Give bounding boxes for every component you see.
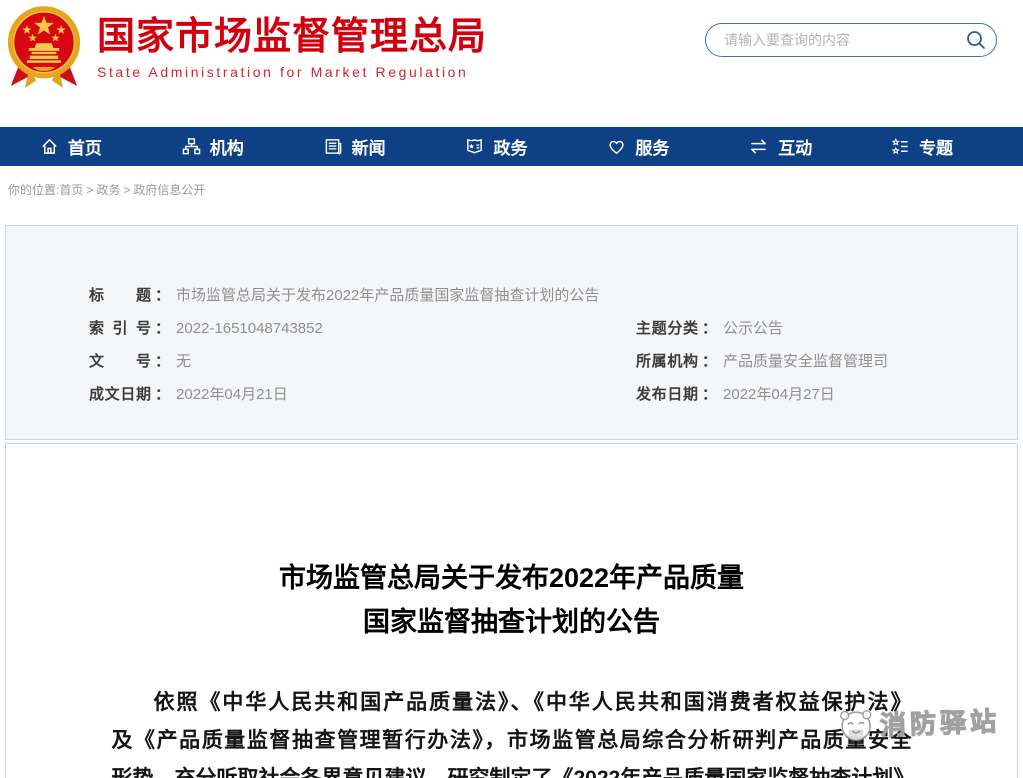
site-brand: 国家市场监督管理总局 State Administration for Mark… [97,14,487,80]
search-button[interactable] [956,24,996,56]
nav-item-gov[interactable]: 政务 [426,127,568,166]
nav-label: 新闻 [352,134,386,159]
nav-label: 政务 [493,134,527,159]
colon: ： [155,320,170,337]
site-title-english: State Administration for Market Regulati… [97,64,487,80]
meta-written-date-value: 2022年04月21日 [176,386,288,403]
meta-row-title: 标题： 市场监管总局关于发布2022年产品质量国家监督抽查计划的公告 [89,286,1017,319]
meta-category-label: 主题分类 [636,319,698,339]
nav-item-service[interactable]: 服务 [567,127,709,166]
meta-title-value: 市场监管总局关于发布2022年产品质量国家监督抽查计划的公告 [176,287,599,304]
search-icon [965,29,987,51]
colon: ： [155,287,170,304]
nav-label: 首页 [68,134,102,159]
meta-doc-no-label: 文号 [89,352,151,372]
breadcrumb-gov[interactable]: 政务 [96,183,120,197]
article-title-line2: 国家监督抽查计划的公告 [6,600,1017,644]
article-body-line: 形势，充分听取社会各界意见建议，研究制定了《2022年产品质量国家监督抽查计划》 [112,760,912,778]
article-card: 市场监管总局关于发布2022年产品质量 国家监督抽查计划的公告 依照《中华人民共… [5,443,1018,778]
search-input[interactable] [706,32,956,48]
site-title: 国家市场监督管理总局 [97,14,487,60]
breadcrumb: 你的位置:首页>政务>政府信息公开 [0,166,1023,198]
star-list-icon [891,137,910,156]
newspaper-icon [324,137,343,156]
colon: ： [702,353,717,370]
meta-publish-date-value: 2022年04月27日 [723,386,835,403]
meta-title-label: 标题 [89,286,151,306]
nav-item-home[interactable]: 首页 [0,127,142,166]
breadcrumb-info-disclosure[interactable]: 政府信息公开 [133,183,205,197]
meta-publish-date-label: 发布日期 [636,385,698,405]
nav-label: 互动 [778,134,812,159]
meta-column-right: 主题分类：公示公告 所属机构：产品质量安全监督管理司 发布日期：2022年04月… [636,319,888,418]
nav-label: 服务 [635,134,669,159]
document-meta-card: 标题：市场监管总局关于发布2022年产品质量国家监督抽查计划的公告 索引号：20… [5,225,1018,440]
exchange-arrows-icon [748,137,769,156]
document-star-icon [465,137,484,156]
meta-org-label: 所属机构 [636,352,698,372]
site-header: 国家市场监督管理总局 State Administration for Mark… [0,0,1023,127]
breadcrumb-home[interactable]: 首页 [59,183,83,197]
meta-row-category: 主题分类： 公示公告 [636,319,888,352]
heart-icon [607,137,626,156]
meta-row-org: 所属机构： 产品质量安全监督管理司 [636,352,888,385]
meta-row-publish-date: 发布日期： 2022年04月27日 [636,385,888,418]
main-nav: 首页 机构 新闻 政务 [0,127,1023,166]
article-body-line: 及《产品质量监督抽查管理暂行办法》，市场监管总局综合分析研判产品质量安全 [112,722,912,760]
meta-index-label: 索引号 [89,319,151,339]
colon: ： [702,386,717,403]
nav-item-topics[interactable]: 专题 [851,127,993,166]
breadcrumb-prefix: 你的位置: [8,183,59,197]
meta-org-value: 产品质量安全监督管理司 [723,353,888,370]
meta-index-value: 2022-1651048743852 [176,320,323,337]
meta-doc-no-value: 无 [176,353,191,370]
home-icon [40,137,59,156]
article-body: 依照《中华人民共和国产品质量法》、《中华人民共和国消费者权益保护法》 及《产品质… [112,684,912,778]
national-emblem-logo [6,4,82,92]
nav-item-interact[interactable]: 互动 [709,127,851,166]
nav-label: 机构 [210,134,244,159]
article-title: 市场监管总局关于发布2022年产品质量 国家监督抽查计划的公告 [6,556,1017,644]
breadcrumb-separator: > [123,183,130,197]
article-body-line: 依照《中华人民共和国产品质量法》、《中华人民共和国消费者权益保护法》 [112,684,912,722]
colon: ： [155,353,170,370]
article-title-line1: 市场监管总局关于发布2022年产品质量 [6,556,1017,600]
breadcrumb-separator: > [86,183,93,197]
nav-item-news[interactable]: 新闻 [284,127,426,166]
meta-written-date-label: 成文日期 [89,385,151,405]
nav-label: 专题 [919,134,953,159]
search-box [705,23,997,57]
page: 国家市场监督管理总局 State Administration for Mark… [0,0,1023,778]
colon: ： [155,386,170,403]
nav-item-org[interactable]: 机构 [142,127,284,166]
meta-category-value: 公示公告 [723,320,783,337]
org-chart-icon [182,137,201,156]
meta-columns: 索引号：2022-1651048743852 文号：无 成文日期：2022年04… [89,319,1017,418]
colon: ： [702,320,717,337]
